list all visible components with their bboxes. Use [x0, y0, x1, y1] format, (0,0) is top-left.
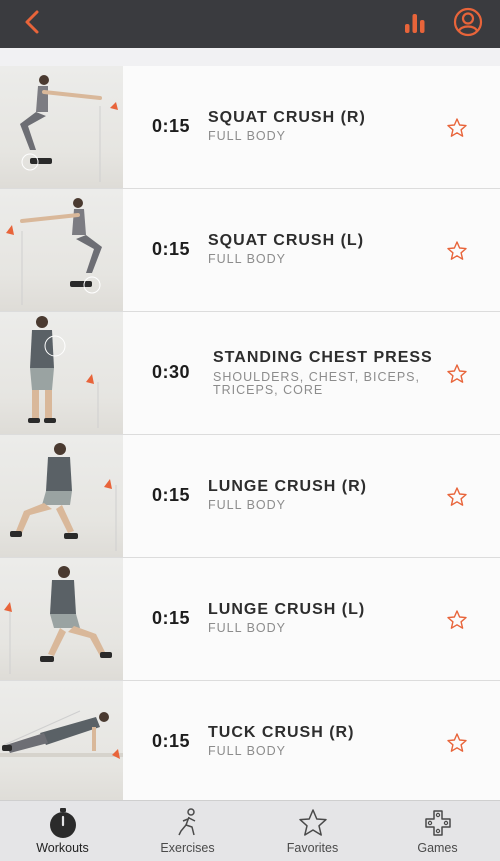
exercise-thumbnail — [0, 189, 123, 311]
tab-label: Games — [417, 841, 458, 855]
exercise-category: FULL BODY — [208, 744, 287, 758]
tab-label: Favorites — [286, 841, 339, 855]
tab-exercises[interactable]: Exercises — [125, 801, 250, 861]
exercise-duration: 0:15 — [152, 485, 191, 505]
tab-label: Exercises — [160, 841, 215, 855]
exercise-row[interactable]: 0:15 SQUAT CRUSH (R) FULL BODY — [0, 66, 500, 189]
exercise-duration: 0:15 — [152, 731, 191, 751]
stopwatch-icon — [49, 808, 76, 838]
exercise-category: SHOULDERS, CHEST, BICEPS, TRICEPS, CORE — [213, 370, 420, 397]
exercise-name: SQUAT CRUSH (L) — [208, 232, 365, 249]
exercise-name: LUNGE CRUSH (R) — [208, 478, 367, 495]
back-button[interactable] — [18, 8, 46, 36]
exercise-thumbnail — [0, 312, 123, 434]
tab-workouts[interactable]: Workouts — [0, 801, 125, 861]
top-bar — [0, 0, 500, 48]
exercise-row[interactable]: 0:15 SQUAT CRUSH (L) FULL BODY — [0, 189, 500, 312]
figure-exercise-icon — [177, 808, 195, 836]
exercise-name: LUNGE CRUSH (L) — [208, 601, 366, 618]
exercise-category: FULL BODY — [208, 621, 287, 635]
tab-favorites[interactable]: Favorites — [250, 801, 375, 861]
exercise-category: FULL BODY — [208, 252, 287, 266]
favorite-star-icon[interactable] — [446, 117, 468, 139]
stats-button[interactable] — [402, 8, 432, 38]
tab-games[interactable]: Games — [375, 801, 500, 861]
exercise-duration: 0:30 — [152, 362, 191, 382]
exercise-thumbnail — [0, 558, 123, 680]
exercise-row[interactable]: 0:15 LUNGE CRUSH (L) FULL BODY — [0, 558, 500, 681]
exercise-category: FULL BODY — [208, 129, 287, 143]
bottom-tab-bar: Workouts Exercises Favorites Games — [0, 800, 500, 861]
header-spacer — [0, 48, 500, 66]
exercise-row[interactable]: 0:15 LUNGE CRUSH (R) FULL BODY — [0, 435, 500, 558]
exercise-row[interactable]: 0:15 TUCK CRUSH (R) FULL BODY — [0, 681, 500, 800]
exercise-thumbnail — [0, 681, 123, 800]
exercise-duration: 0:15 — [152, 239, 191, 259]
tab-label: Workouts — [36, 841, 89, 855]
exercise-category: FULL BODY — [208, 498, 287, 512]
favorite-star-icon[interactable] — [446, 609, 468, 631]
exercise-thumbnail — [0, 435, 123, 557]
exercise-list: 0:15 SQUAT CRUSH (R) FULL BODY 0:15 SQUA… — [0, 66, 500, 800]
bar-chart-icon — [405, 14, 425, 33]
exercise-duration: 0:15 — [152, 608, 191, 628]
exercise-thumbnail — [0, 66, 123, 188]
user-circle-icon — [453, 7, 483, 37]
favorite-star-icon[interactable] — [446, 240, 468, 262]
gamepad-icon — [424, 810, 451, 836]
star-outline-icon — [298, 809, 327, 836]
exercise-name: STANDING CHEST PRESS — [213, 349, 433, 366]
favorite-star-icon[interactable] — [446, 486, 468, 508]
chevron-left-icon — [25, 10, 39, 34]
favorite-star-icon[interactable] — [446, 363, 468, 385]
exercise-row[interactable]: 0:30 STANDING CHEST PRESS SHOULDERS, CHE… — [0, 312, 500, 435]
exercise-duration: 0:15 — [152, 116, 191, 136]
profile-button[interactable] — [452, 6, 484, 38]
exercise-name: SQUAT CRUSH (R) — [208, 109, 366, 126]
exercise-name: TUCK CRUSH (R) — [208, 724, 355, 741]
favorite-star-icon[interactable] — [446, 732, 468, 754]
